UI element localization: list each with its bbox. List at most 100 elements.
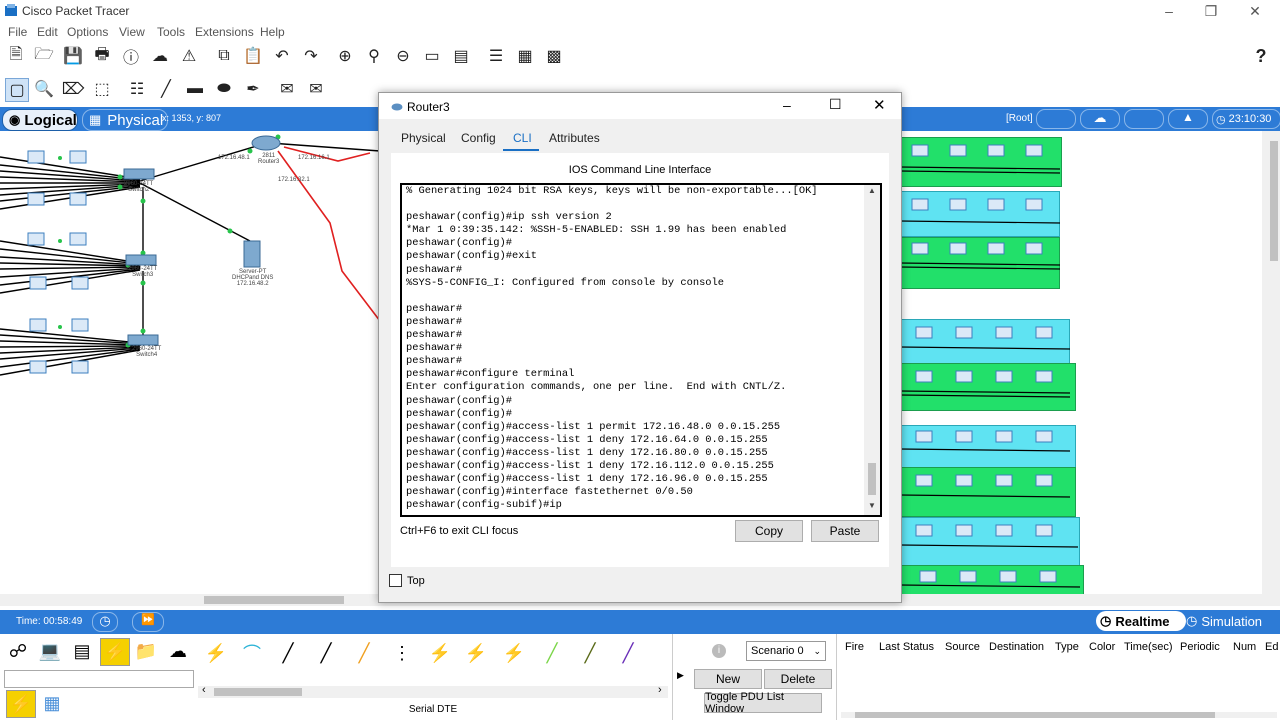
scroll-left-icon[interactable]: ‹ [202, 684, 206, 696]
menu-edit[interactable]: Edit [37, 25, 58, 39]
vertical-scrollbar[interactable] [1268, 131, 1280, 594]
cli-scrollbar[interactable]: ▲ ▼ [864, 185, 880, 515]
minimize-button[interactable]: – [1154, 2, 1184, 20]
zoom-in-icon[interactable]: ⊕ [334, 45, 356, 67]
inspect-icon[interactable]: 🔍 [33, 78, 55, 100]
menu-extensions[interactable]: Extensions [195, 25, 254, 39]
simulation-mode-button[interactable]: ◷ Simulation [1186, 611, 1278, 631]
place-note-icon[interactable]: ☷ [126, 78, 148, 100]
undo-icon[interactable]: ↶ [271, 45, 293, 67]
octal-cable-icon[interactable]: ╱ [538, 640, 566, 666]
tab-attributes[interactable]: Attributes [549, 131, 600, 145]
zoom-reset-icon[interactable]: ⚲ [363, 45, 385, 67]
open-folder-icon[interactable]: 🗁 [33, 45, 55, 67]
dialog-title-bar[interactable]: Router3 – ☐ ✕ [379, 93, 901, 119]
auto-connect-icon[interactable]: ⚡ [202, 640, 230, 666]
new-scenario-button[interactable]: New [694, 669, 762, 689]
top-checkbox[interactable] [389, 574, 402, 587]
set-tiled-background-button[interactable] [1124, 109, 1164, 129]
scroll-down-icon[interactable]: ▼ [868, 501, 876, 510]
menu-view[interactable]: View [119, 25, 145, 39]
draw-line-icon[interactable]: ╱ [155, 78, 177, 100]
network-info-icon[interactable]: ☁ [149, 45, 171, 67]
new-file-icon[interactable]: 🗎 [5, 45, 27, 67]
complex-pdu-icon[interactable]: ✉ [305, 78, 327, 100]
iot-custom-cable-icon[interactable]: ╱ [576, 640, 604, 666]
tab-config[interactable]: Config [461, 131, 496, 145]
save-icon[interactable]: 💾 [62, 45, 84, 67]
notes-icon[interactable]: ☰ [485, 45, 507, 67]
network-devices-icon[interactable]: ☍ [4, 638, 32, 664]
device-dialog-icon[interactable]: ▦ [514, 45, 536, 67]
connection-subtype-icon[interactable]: ⚡ [6, 690, 36, 718]
menu-options[interactable]: Options [67, 25, 108, 39]
menu-tools[interactable]: Tools [157, 25, 185, 39]
end-devices-icon[interactable]: 💻 [36, 638, 64, 664]
multiuser-icon[interactable]: ☁ [164, 638, 192, 664]
help-icon[interactable]: ? [1250, 45, 1272, 67]
restore-button[interactable]: ❐ [1196, 2, 1226, 20]
close-button[interactable]: ✕ [1240, 2, 1270, 20]
background-image-button[interactable]: ▲ [1168, 109, 1208, 129]
toggle-pdu-list-button[interactable]: Toggle PDU List Window [704, 691, 822, 715]
paste-button[interactable]: Paste [811, 520, 879, 542]
serial-dce-icon[interactable]: ⚡ [462, 640, 490, 666]
realtime-mode-button[interactable]: ◷ Realtime [1096, 611, 1186, 631]
scenario-info-icon[interactable]: i [712, 644, 726, 658]
activity-wizard-icon[interactable]: ⚠ [178, 45, 200, 67]
grid-icon[interactable]: ▦ [38, 690, 66, 716]
serial-dte-icon[interactable]: ⚡ [500, 640, 528, 666]
move-object-button[interactable]: ☁ [1080, 109, 1120, 129]
connections-icon[interactable]: ⚡ [100, 638, 130, 666]
tab-cli[interactable]: CLI [513, 131, 532, 145]
redo-icon[interactable]: ↷ [300, 45, 322, 67]
misc-icon[interactable]: 📁 [132, 638, 160, 664]
scroll-up-icon[interactable]: ▲ [868, 186, 876, 195]
image-icon[interactable]: ▩ [543, 45, 565, 67]
phone-cable-icon[interactable]: ⋮ [388, 640, 416, 666]
tab-physical-device[interactable]: Physical [401, 131, 446, 145]
zoom-out-icon[interactable]: ⊖ [392, 45, 414, 67]
connection-scrollbar[interactable]: ‹ › [198, 684, 668, 698]
delete-icon[interactable]: ⌦ [62, 78, 85, 100]
usb-cable-icon[interactable]: ╱ [614, 640, 642, 666]
custom-devices-icon[interactable]: ▤ [450, 45, 472, 67]
copper-cross-icon[interactable]: ╱ [312, 640, 340, 666]
connection-scroll-thumb[interactable] [214, 688, 302, 696]
draw-ellipse-icon[interactable]: ⬬ [213, 78, 235, 100]
freeform-icon[interactable]: ✒ [242, 78, 264, 100]
select-icon[interactable]: ▢ [5, 78, 29, 102]
print-icon[interactable]: 🖶 [91, 45, 113, 67]
tab-logical[interactable]: ◉ Logical [2, 109, 78, 131]
pdu-scrollbar[interactable] [841, 712, 1277, 718]
dialog-close-button[interactable]: ✕ [873, 96, 886, 114]
new-cluster-button[interactable] [1036, 109, 1076, 129]
dialog-maximize-button[interactable]: ☐ [829, 96, 842, 113]
delete-scenario-button[interactable]: Delete [764, 669, 832, 689]
cli-console[interactable]: % Generating 1024 bit RSA keys, keys wil… [400, 183, 882, 517]
scenario-select[interactable]: Scenario 0 ⌄ [746, 641, 826, 661]
copy-icon[interactable]: ⧉ [213, 45, 235, 67]
copy-button[interactable]: Copy [735, 520, 803, 542]
fiber-icon[interactable]: ╱ [350, 640, 378, 666]
power-cycle-button[interactable]: ◷ [92, 612, 118, 632]
draw-rectangle-icon[interactable]: ▬ [184, 78, 206, 100]
coaxial-icon[interactable]: ⚡ [426, 640, 454, 666]
simple-pdu-icon[interactable]: ✉ [276, 78, 298, 100]
menu-help[interactable]: Help [260, 25, 285, 39]
tab-physical[interactable]: ▦ Physical [82, 109, 168, 131]
pdu-scroll-thumb[interactable] [855, 712, 1215, 718]
cli-scroll-thumb[interactable] [868, 463, 876, 495]
info-icon[interactable]: ⓘ [120, 45, 142, 67]
scroll-right-icon[interactable]: › [658, 684, 662, 696]
components-icon[interactable]: ▤ [68, 638, 96, 664]
vertical-scroll-thumb[interactable] [1270, 141, 1278, 261]
fast-forward-button[interactable]: ⏩ [132, 612, 164, 632]
drawing-palette-icon[interactable]: ▭ [421, 45, 443, 67]
copper-straight-icon[interactable]: ╱ [274, 640, 302, 666]
menu-file[interactable]: File [8, 25, 27, 39]
console-cable-icon[interactable]: ⌒ [238, 640, 266, 666]
dialog-minimize-button[interactable]: – [783, 97, 791, 113]
horizontal-scroll-thumb[interactable] [204, 596, 344, 604]
paste-icon[interactable]: 📋 [242, 45, 264, 67]
